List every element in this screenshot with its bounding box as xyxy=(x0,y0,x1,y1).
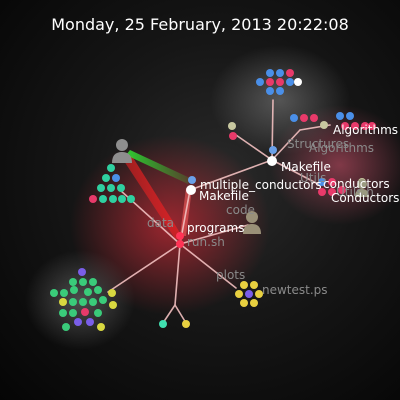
file-node xyxy=(70,286,78,294)
file-node xyxy=(188,176,196,184)
file-node xyxy=(50,289,58,297)
label-conductors-right: Conductors xyxy=(331,191,399,205)
file-node xyxy=(108,289,116,297)
file-node xyxy=(109,195,117,203)
file-node xyxy=(310,114,318,122)
file-node xyxy=(109,301,117,309)
visualization-canvas: multiple_conductors Makefile code progra… xyxy=(25,45,400,350)
label-algorithms-bright: Algorithms xyxy=(333,123,398,137)
file-node xyxy=(79,278,87,286)
file-node xyxy=(94,309,102,317)
file-node xyxy=(256,78,264,86)
file-node xyxy=(245,290,253,298)
file-node xyxy=(182,320,190,328)
file-node xyxy=(300,114,308,122)
file-node xyxy=(250,281,258,289)
file-node xyxy=(127,195,135,203)
label-code: code xyxy=(226,203,255,217)
file-node xyxy=(266,69,274,77)
directory-node-structures[interactable] xyxy=(269,146,277,154)
gource-visualization: multiple_conductors Makefile code progra… xyxy=(0,0,400,400)
label-algorithms-dim: Algorithms xyxy=(309,141,374,155)
label-makefile-center: Makefile xyxy=(199,189,249,203)
file-node xyxy=(235,290,243,298)
label-plots: plots xyxy=(216,268,245,282)
file-node xyxy=(240,299,248,307)
file-node xyxy=(69,278,77,286)
file-node xyxy=(240,281,248,289)
file-node xyxy=(266,87,274,95)
file-node xyxy=(89,278,97,286)
label-data: data xyxy=(147,216,174,230)
file-node xyxy=(229,132,237,140)
file-node xyxy=(159,320,167,328)
file-node xyxy=(276,87,284,95)
label-programs: programs xyxy=(187,221,244,235)
file-node xyxy=(286,69,294,77)
label-run-sh: run.sh xyxy=(187,235,225,249)
file-node xyxy=(81,308,89,316)
file-node xyxy=(69,298,77,306)
file-node xyxy=(107,184,115,192)
file-node xyxy=(89,195,97,203)
file-node xyxy=(320,121,328,129)
file-node xyxy=(336,112,344,120)
directory-node-makefile-center[interactable] xyxy=(186,185,196,195)
file-node xyxy=(290,114,298,122)
file-node xyxy=(346,112,354,120)
file-node xyxy=(228,122,236,130)
file-node xyxy=(117,184,125,192)
file-node xyxy=(74,318,82,326)
file-node xyxy=(86,318,94,326)
file-node xyxy=(266,78,274,86)
file-node xyxy=(94,286,102,294)
file-cluster-bottom xyxy=(159,320,190,328)
file-node xyxy=(60,289,68,297)
file-node xyxy=(99,296,107,304)
file-node xyxy=(286,78,294,86)
file-node xyxy=(294,78,302,86)
file-node xyxy=(78,268,86,276)
file-node xyxy=(107,164,115,172)
file-node xyxy=(97,184,105,192)
person-icon-head xyxy=(116,139,128,151)
file-node xyxy=(112,174,120,182)
label-newtest-ps: newtest.ps xyxy=(262,283,328,297)
file-node xyxy=(84,288,92,296)
file-node xyxy=(276,78,284,86)
date-time-label: Monday, 25 February, 2013 20:22:08 xyxy=(51,15,349,34)
file-node xyxy=(99,195,107,203)
directory-node-programs[interactable] xyxy=(176,232,184,240)
file-node xyxy=(250,299,258,307)
file-node xyxy=(79,298,87,306)
file-node xyxy=(276,69,284,77)
file-node xyxy=(102,174,110,182)
file-node xyxy=(89,298,97,306)
file-node xyxy=(62,323,70,331)
file-node xyxy=(69,309,77,317)
file-node xyxy=(59,298,67,306)
directory-node-makefile-right[interactable] xyxy=(267,156,277,166)
file-node xyxy=(59,309,67,317)
file-node xyxy=(118,195,126,203)
directory-node-root[interactable] xyxy=(176,240,184,248)
file-node xyxy=(97,323,105,331)
